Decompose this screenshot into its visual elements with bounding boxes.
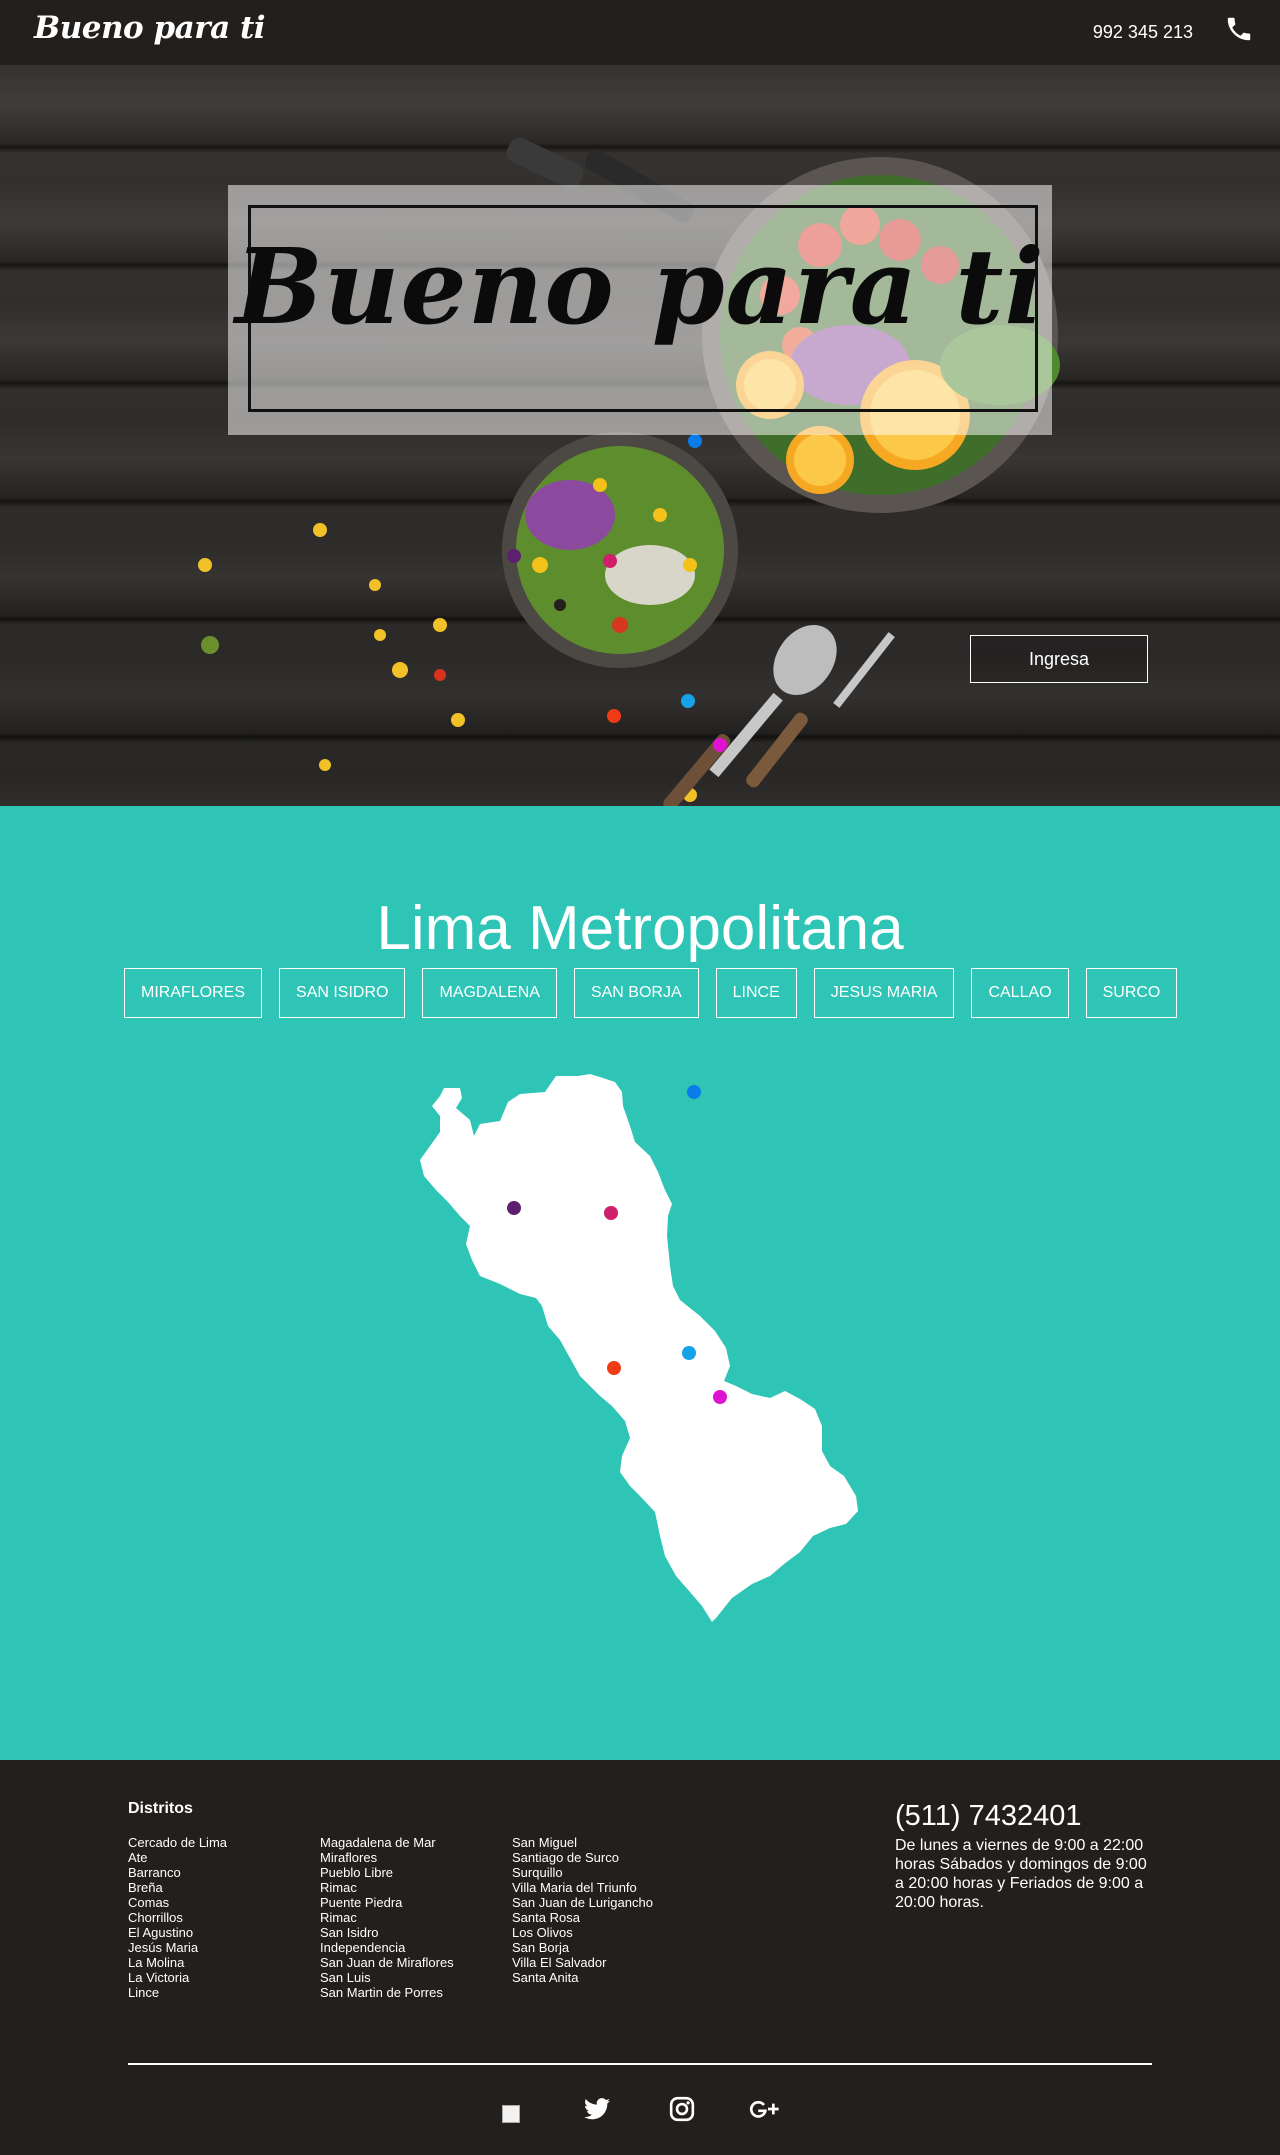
footer-districts-column-1: Cercado de Lima Ate Barranco Breña Comas…: [128, 1835, 227, 2000]
hero-food-illustration: [198, 137, 1060, 806]
footer-district-item: Rimac: [320, 1910, 357, 1925]
phone-icon[interactable]: [1224, 14, 1254, 44]
footer-districts-column-2: Magadalena de Mar Miraflores Pueblo Libr…: [320, 1835, 454, 2000]
district-button-miraflores[interactable]: MIRAFLORES: [124, 968, 263, 1018]
map-marker-surco: [713, 1390, 727, 1404]
lima-section: Lima Metropolitana MIRAFLORES SAN ISIDRO…: [0, 806, 1280, 1760]
map-marker-san-borja: [682, 1346, 696, 1360]
footer-district-item: Jesús Maria: [128, 1940, 199, 1955]
footer-district-item: Rimac: [320, 1880, 357, 1895]
footer-district-item: Villa Maria del Triunfo: [512, 1880, 637, 1895]
footer-district-item: San Luis: [320, 1970, 371, 1985]
map-marker-miraflores: [607, 1361, 621, 1375]
brand-logo[interactable]: Bueno para ti: [34, 10, 266, 46]
top-navbar: Bueno para ti 992 345 213: [0, 0, 1280, 65]
footer-district-item: Cercado de Lima: [128, 1835, 227, 1850]
footer-districts-column-3: San Miguel Santiago de Surco Surquillo V…: [512, 1835, 653, 1985]
contact-hours: De lunes a viernes de 9:00 a 22:00 horas…: [895, 1837, 1147, 1911]
district-button-san-isidro[interactable]: SAN ISIDRO: [279, 968, 406, 1018]
footer-district-item: La Victoria: [128, 1970, 190, 1985]
footer-district-item: El Agustino: [128, 1925, 194, 1940]
footer-district-item: Breña: [128, 1880, 163, 1895]
footer-district-item: Comas: [128, 1895, 170, 1910]
hero-title: Bueno para ti: [235, 225, 1045, 348]
google-plus-icon[interactable]: [748, 2093, 780, 2125]
footer-district-item: Santiago de Surco: [512, 1850, 619, 1865]
district-button-callao[interactable]: CALLAO: [971, 968, 1069, 1018]
footer-district-item: Magadalena de Mar: [320, 1835, 436, 1850]
footer-district-item: San Juan de Miraflores: [320, 1955, 454, 1970]
district-button-san-borja[interactable]: SAN BORJA: [573, 968, 699, 1018]
contact-phone[interactable]: (511) 7432401: [895, 1800, 1082, 1833]
footer-district-item: San Martin de Porres: [320, 1985, 443, 2000]
footer-district-item: San Isidro: [320, 1925, 379, 1940]
footer-district-item: Lince: [128, 1985, 160, 2000]
district-button-lince[interactable]: LINCE: [715, 968, 797, 1018]
district-button-surco[interactable]: SURCO: [1085, 968, 1178, 1018]
district-filter-list: MIRAFLORES SAN ISIDRO MAGDALENA SAN BORJ…: [124, 968, 1178, 1018]
footer-district-item: Ate: [128, 1850, 148, 1865]
footer: Distritos Cercado de Lima Ate Barranco B…: [0, 1760, 1280, 2155]
instagram-icon[interactable]: [666, 2093, 698, 2125]
ingresa-button[interactable]: Ingresa: [970, 635, 1148, 683]
footer-district-item: San Juan de Lurigancho: [512, 1895, 653, 1910]
hero-section: Bueno para ti Ingresa: [0, 65, 1280, 806]
district-button-jesus-maria[interactable]: JESUS MARIA: [813, 968, 955, 1018]
footer-district-item: Miraflores: [320, 1850, 378, 1865]
map-marker-callao: [507, 1201, 521, 1215]
footer-district-item: San Miguel: [512, 1835, 578, 1850]
lima-map-shape: [420, 1074, 858, 1622]
footer-district-item: Santa Anita: [512, 1970, 579, 1985]
hero-title-panel: Bueno para ti: [228, 185, 1052, 435]
footer-district-item: San Borja: [512, 1940, 570, 1955]
footer-district-item: Villa El Salvador: [512, 1955, 607, 1970]
twitter-icon[interactable]: [581, 2093, 613, 2125]
footer-district-item: La Molina: [128, 1955, 185, 1970]
footer-district-item: Barranco: [128, 1865, 181, 1880]
footer-district-item: Independencia: [320, 1940, 406, 1955]
footer-district-item: Puente Piedra: [320, 1895, 403, 1910]
section-title: Lima Metropolitana: [376, 893, 904, 963]
header-phone-number[interactable]: 992 345 213: [1093, 22, 1193, 43]
footer-district-item: Chorrillos: [128, 1910, 183, 1925]
footer-divider: [128, 2063, 1152, 2065]
footer-district-item: Santa Rosa: [512, 1910, 580, 1925]
footer-district-item: Pueblo Libre: [320, 1865, 393, 1880]
footer-district-item: Los Olivos: [512, 1925, 573, 1940]
footer-districts-heading: Distritos: [128, 1800, 193, 1817]
map-marker-lince: [604, 1206, 618, 1220]
map-marker-north: [687, 1085, 701, 1099]
facebook-icon[interactable]: [502, 2105, 520, 2123]
district-button-magdalena[interactable]: MAGDALENA: [422, 968, 557, 1018]
footer-district-item: Surquillo: [512, 1865, 563, 1880]
